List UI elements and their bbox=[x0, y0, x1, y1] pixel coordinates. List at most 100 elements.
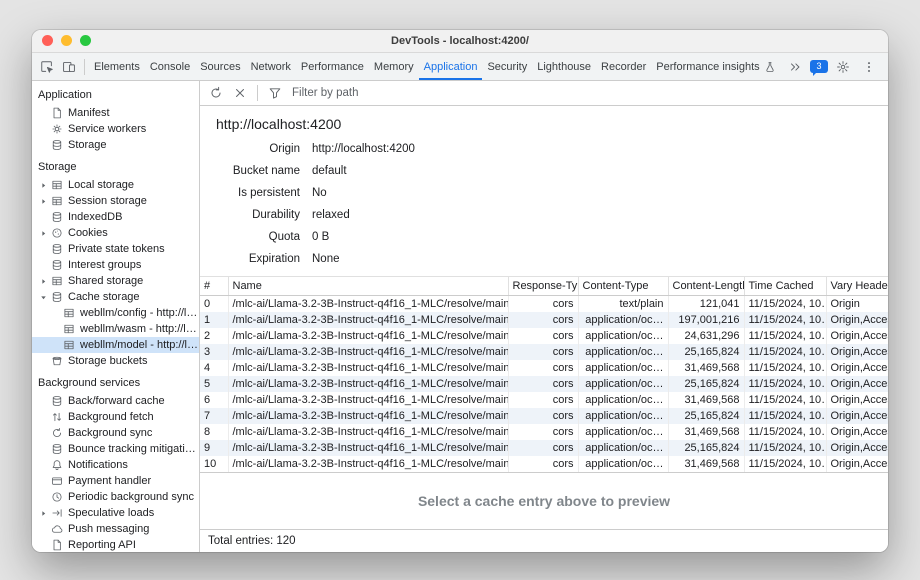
detail-row-quota: Quota0 B bbox=[216, 226, 888, 248]
filter-by-path-input[interactable] bbox=[290, 86, 514, 100]
cell-vary: Origin,Access… bbox=[826, 408, 888, 424]
sidebar-item-storage-buckets[interactable]: Storage buckets bbox=[32, 353, 199, 369]
refresh-icon[interactable] bbox=[205, 82, 227, 104]
window-title: DevTools - localhost:4200/ bbox=[32, 30, 888, 52]
detail-row-durability: Durabilityrelaxed bbox=[216, 204, 888, 226]
cell-index: 6 bbox=[200, 392, 228, 408]
sidebar-item-cache-storage[interactable]: Cache storage bbox=[32, 289, 199, 305]
sidebar-item-back-forward-cache[interactable]: Back/forward cache bbox=[32, 393, 199, 409]
sidebar-item-payment-handler[interactable]: Payment handler bbox=[32, 473, 199, 489]
sidebar-item-cookies[interactable]: Cookies bbox=[32, 225, 199, 241]
cache-entry-row[interactable]: 9/mlc-ai/Llama-3.2-3B-Instruct-q4f16_1-M… bbox=[200, 440, 888, 456]
sidebar-item-label: webllm/wasm - http://loca... bbox=[80, 323, 199, 335]
cell-vary: Origin,Access… bbox=[826, 312, 888, 328]
cache-entry-row[interactable]: 0/mlc-ai/Llama-3.2-3B-Instruct-q4f16_1-M… bbox=[200, 296, 888, 313]
column-header-[interactable]: # bbox=[200, 277, 228, 296]
cache-entry-row[interactable]: 8/mlc-ai/Llama-3.2-3B-Instruct-q4f16_1-M… bbox=[200, 424, 888, 440]
tab-label: Application bbox=[424, 61, 478, 73]
expand-arrow-icon[interactable] bbox=[38, 229, 48, 238]
sidebar-item-local-storage[interactable]: Local storage bbox=[32, 177, 199, 193]
sidebar-item-manifest[interactable]: Manifest bbox=[32, 105, 199, 121]
tab-sources[interactable]: Sources bbox=[195, 53, 245, 80]
sidebar-item-notifications[interactable]: Notifications bbox=[32, 457, 199, 473]
delete-selected-icon[interactable] bbox=[229, 82, 251, 104]
tab-recorder[interactable]: Recorder bbox=[596, 53, 651, 80]
cache-entry-row[interactable]: 10/mlc-ai/Llama-3.2-3B-Instruct-q4f16_1-… bbox=[200, 456, 888, 472]
more-options-icon[interactable] bbox=[858, 56, 880, 78]
column-header-name[interactable]: Name bbox=[228, 277, 508, 296]
cell-response-type: cors bbox=[508, 392, 578, 408]
tab-security[interactable]: Security bbox=[482, 53, 532, 80]
sidebar-item-shared-storage[interactable]: Shared storage bbox=[32, 273, 199, 289]
speculative-icon bbox=[50, 507, 63, 519]
table-icon bbox=[50, 275, 63, 287]
sidebar-item-storage[interactable]: Storage bbox=[32, 137, 199, 153]
sidebar-item-service-workers[interactable]: Service workers bbox=[32, 121, 199, 137]
zoom-window-button[interactable] bbox=[80, 35, 91, 46]
cell-response-type: cors bbox=[508, 312, 578, 328]
preview-placeholder-text: Select a cache entry above to preview bbox=[418, 493, 670, 509]
more-tabs-chevron-icon[interactable] bbox=[784, 56, 806, 78]
settings-gear-icon[interactable] bbox=[832, 56, 854, 78]
sidebar-item-label: Back/forward cache bbox=[68, 395, 165, 407]
sidebar-item-periodic-background-sync[interactable]: Periodic background sync bbox=[32, 489, 199, 505]
devtools-window: DevTools - localhost:4200/ ElementsConso… bbox=[32, 30, 888, 552]
column-header-vary-header[interactable]: Vary Header bbox=[826, 277, 888, 296]
tab-elements[interactable]: Elements bbox=[89, 53, 145, 80]
sidebar-item-speculative-loads[interactable]: Speculative loads bbox=[32, 505, 199, 521]
sidebar-item-label: Reporting API bbox=[68, 539, 136, 551]
inspect-element-icon[interactable] bbox=[36, 56, 58, 78]
tab-application[interactable]: Application bbox=[419, 53, 483, 80]
detail-value: default bbox=[312, 165, 347, 177]
column-header-response-type[interactable]: Response-Type bbox=[508, 277, 578, 296]
preview-pane: Select a cache entry above to preview bbox=[200, 472, 888, 529]
cell-response-type: cors bbox=[508, 328, 578, 344]
tab-performance-insights[interactable]: Performance insights bbox=[651, 53, 780, 80]
tab-memory[interactable]: Memory bbox=[369, 53, 419, 80]
cell-response-type: cors bbox=[508, 424, 578, 440]
cache-entry-row[interactable]: 7/mlc-ai/Llama-3.2-3B-Instruct-q4f16_1-M… bbox=[200, 408, 888, 424]
tab-console[interactable]: Console bbox=[145, 53, 195, 80]
cache-entry-row[interactable]: 1/mlc-ai/Llama-3.2-3B-Instruct-q4f16_1-M… bbox=[200, 312, 888, 328]
device-toolbar-icon[interactable] bbox=[58, 56, 80, 78]
expand-arrow-icon[interactable] bbox=[38, 277, 48, 286]
expand-arrow-icon[interactable] bbox=[38, 181, 48, 190]
tab-performance[interactable]: Performance bbox=[296, 53, 369, 80]
cache-entry-row[interactable]: 3/mlc-ai/Llama-3.2-3B-Instruct-q4f16_1-M… bbox=[200, 344, 888, 360]
close-window-button[interactable] bbox=[42, 35, 53, 46]
minimize-window-button[interactable] bbox=[61, 35, 72, 46]
cache-entry-row[interactable]: 6/mlc-ai/Llama-3.2-3B-Instruct-q4f16_1-M… bbox=[200, 392, 888, 408]
messages-icon[interactable]: 3 bbox=[810, 60, 828, 73]
sidebar-item-background-fetch[interactable]: Background fetch bbox=[32, 409, 199, 425]
sidebar-item-private-state-tokens[interactable]: Private state tokens bbox=[32, 241, 199, 257]
sidebar-item-push-messaging[interactable]: Push messaging bbox=[32, 521, 199, 537]
expand-arrow-icon[interactable] bbox=[38, 197, 48, 206]
sidebar-item-bounce-tracking-mitigations[interactable]: Bounce tracking mitigations bbox=[32, 441, 199, 457]
collapse-arrow-icon[interactable] bbox=[38, 293, 48, 302]
sidebar-item-indexeddb[interactable]: IndexedDB bbox=[32, 209, 199, 225]
cache-entry-row[interactable]: 2/mlc-ai/Llama-3.2-3B-Instruct-q4f16_1-M… bbox=[200, 328, 888, 344]
cell-time-cached: 11/15/2024, 10… bbox=[744, 376, 826, 392]
sidebar-item-webllm-config-http-loc[interactable]: webllm/config - http://loc... bbox=[32, 305, 199, 321]
tab-network[interactable]: Network bbox=[246, 53, 296, 80]
table-header-row: #NameResponse-TypeContent-TypeContent-Le… bbox=[200, 277, 888, 296]
column-header-content-length[interactable]: Content-Length bbox=[668, 277, 744, 296]
database-icon bbox=[50, 211, 63, 223]
sidebar-item-label: Background sync bbox=[68, 427, 152, 439]
cell-content-type: application/oc… bbox=[578, 408, 668, 424]
sidebar-item-reporting-api[interactable]: Reporting API bbox=[32, 537, 199, 552]
column-header-time-cached[interactable]: Time Cached bbox=[744, 277, 826, 296]
sidebar-item-interest-groups[interactable]: Interest groups bbox=[32, 257, 199, 273]
cache-entry-row[interactable]: 5/mlc-ai/Llama-3.2-3B-Instruct-q4f16_1-M… bbox=[200, 376, 888, 392]
database-icon bbox=[50, 243, 63, 255]
sidebar-item-webllm-model-http-loc[interactable]: webllm/model - http://loc... bbox=[32, 337, 199, 353]
sidebar-item-session-storage[interactable]: Session storage bbox=[32, 193, 199, 209]
sidebar-item-background-sync[interactable]: Background sync bbox=[32, 425, 199, 441]
divider bbox=[257, 85, 258, 101]
tab-lighthouse[interactable]: Lighthouse bbox=[532, 53, 596, 80]
cache-entry-row[interactable]: 4/mlc-ai/Llama-3.2-3B-Instruct-q4f16_1-M… bbox=[200, 360, 888, 376]
expand-arrow-icon[interactable] bbox=[38, 509, 48, 518]
sidebar-item-webllm-wasm-http-loca[interactable]: webllm/wasm - http://loca... bbox=[32, 321, 199, 337]
detail-label: Expiration bbox=[216, 253, 300, 265]
column-header-content-type[interactable]: Content-Type bbox=[578, 277, 668, 296]
